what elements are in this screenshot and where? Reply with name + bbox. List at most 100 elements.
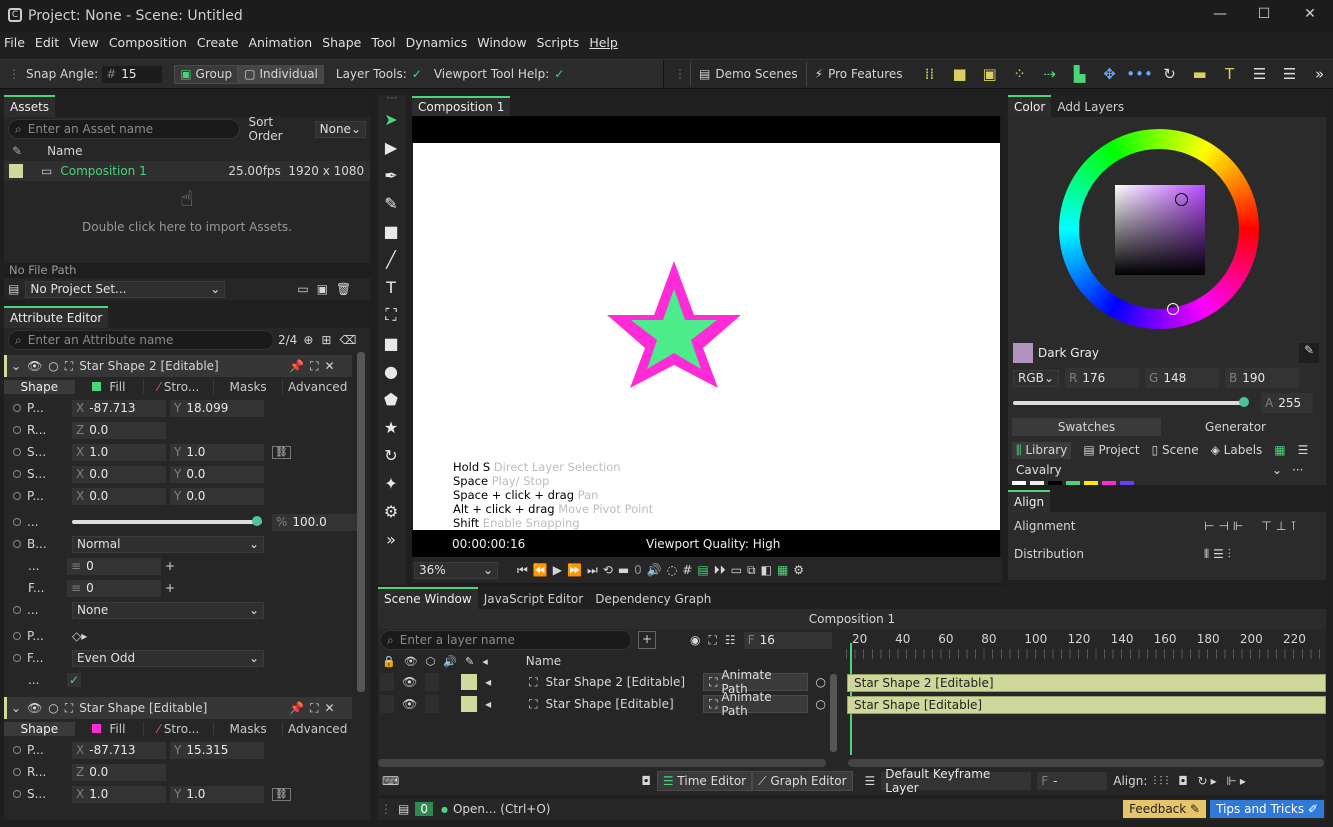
attr-input-a[interactable]: X 0.0 <box>72 487 166 505</box>
menu-help[interactable]: Help <box>589 35 618 50</box>
keyframe-nav-icon[interactable]: ◇▸ <box>72 629 87 643</box>
link-scale-icon[interactable]: ⛓ <box>272 445 291 459</box>
search-options-icon[interactable]: ⊕ <box>303 333 313 347</box>
layers-icon[interactable]: ⧉ <box>747 563 756 578</box>
timeline-hscrollbar[interactable] <box>848 759 1324 767</box>
first-frame-icon[interactable]: ⏮ <box>517 563 528 578</box>
animate-path-button[interactable]: ⛶ Animate Path <box>703 690 808 718</box>
select-icon[interactable]: ⛶ <box>310 701 318 716</box>
menu-animation[interactable]: Animation <box>248 35 312 50</box>
r2-input[interactable]: ≡ 0 <box>67 579 161 597</box>
time-editor-button[interactable]: ☰ Time Editor <box>656 771 753 791</box>
keyframe-dot[interactable] <box>13 606 21 614</box>
add-icon[interactable]: + <box>165 559 175 573</box>
menu-composition[interactable]: Composition <box>109 35 187 50</box>
f-field[interactable]: F- <box>1037 772 1108 790</box>
tab-color[interactable]: Color <box>1008 95 1052 117</box>
dots-line-icon[interactable]: ••• <box>1126 62 1153 86</box>
eyedropper-icon[interactable]: ✎ <box>1299 343 1319 363</box>
r1-input[interactable]: ≡ 0 <box>67 557 161 575</box>
link-scale-icon[interactable]: ⛓ <box>272 787 291 801</box>
attr-input-a[interactable]: X -87.713 <box>72 741 166 759</box>
close-icon[interactable]: ✕ <box>325 701 335 715</box>
hue-wheel[interactable] <box>1059 129 1259 329</box>
folder-icon[interactable]: ▭ <box>297 282 308 296</box>
layer-status-dot[interactable]: ○ <box>816 697 826 711</box>
attribute-search-input[interactable]: ⌕ Enter an Attribute name <box>8 330 274 350</box>
play-icon[interactable]: ▶ <box>553 563 562 577</box>
fill-rule-select[interactable]: Even Odd ⌄ <box>72 649 264 667</box>
menu-window[interactable]: Window <box>477 35 526 50</box>
attr-input-a[interactable]: X 1.0 <box>72 443 166 461</box>
select-icon[interactable]: ⛶ <box>310 359 318 374</box>
line-tool-icon[interactable]: ╱ <box>378 245 404 273</box>
layers-hscrollbar[interactable] <box>378 759 826 767</box>
tab-swatches[interactable]: Swatches <box>1012 418 1161 436</box>
layer-row[interactable]: 👁 ◂ ⛶ Star Shape [Editable] ⛶ Animate Path ○ <box>378 690 826 718</box>
opacity-slider[interactable] <box>72 516 262 526</box>
attr-input-b[interactable]: Y 0.0 <box>170 487 264 505</box>
cube-icon[interactable]: ■ <box>947 62 973 86</box>
tag-icon[interactable]: ◂ <box>485 697 491 711</box>
record-icon[interactable]: ▬ <box>618 563 629 577</box>
filter-icon[interactable]: ⛶ <box>708 633 716 648</box>
opacity-slider-knob[interactable] <box>252 516 262 526</box>
solo-icon[interactable]: ○ <box>48 701 58 715</box>
tab-labels[interactable]: ◈ Labels <box>1211 443 1263 457</box>
color-picker-handle[interactable] <box>1175 193 1188 206</box>
trash-icon[interactable]: 🗑 <box>336 282 351 296</box>
direct-select-tool-icon[interactable]: ▶ <box>378 133 404 161</box>
keyframe-dot[interactable] <box>13 492 21 500</box>
tab-javascript-editor[interactable]: JavaScript Editor <box>477 587 590 609</box>
tab-masks[interactable]: Masks <box>212 722 283 736</box>
blend-select[interactable]: Normal ⌄ <box>72 535 264 553</box>
clear-icon[interactable]: ⌫ <box>339 333 356 347</box>
grid-icon[interactable]: # <box>682 563 692 577</box>
tab-composition-1[interactable]: Composition 1 <box>412 96 511 116</box>
select-tool-icon[interactable]: ➤ <box>378 105 404 133</box>
next-frame-icon[interactable]: ⏩ <box>567 563 582 577</box>
tab-add-layers[interactable]: Add Layers <box>1051 95 1131 117</box>
eye-icon[interactable]: 👁 <box>402 675 417 689</box>
red-input[interactable]: R 176 <box>1065 368 1139 388</box>
motion-blur-icon[interactable]: ◌ <box>667 563 677 577</box>
pin-icon[interactable]: 📌 <box>289 701 304 715</box>
maximize-button[interactable]: ☐ <box>1254 6 1274 26</box>
layer-search-input[interactable]: ⌕ Enter a layer name <box>380 630 632 650</box>
timeline-ruler[interactable]: 20 40 60 80 100 120 140 160 180 200 220 <box>846 631 1326 667</box>
polygon-tool-icon[interactable]: ⬟ <box>378 385 404 413</box>
keyframe-dot[interactable] <box>13 518 21 526</box>
menu-file[interactable]: File <box>4 35 25 50</box>
attr-input-a[interactable]: X -87.713 <box>72 399 166 417</box>
fast-forward-icon[interactable]: ⏵⏵ <box>714 563 726 578</box>
keyframe-layers-icon[interactable]: ☰ <box>865 774 876 788</box>
prev-frame-icon[interactable]: ⏪ <box>533 563 548 577</box>
asset-row[interactable]: ▭ Composition 1 25.00fps 1920 x 1080 <box>4 161 370 181</box>
attr-input-b[interactable]: Y 0.0 <box>170 465 264 483</box>
menu-edit[interactable]: Edit <box>35 35 59 50</box>
list-icon[interactable]: ☰ <box>1247 62 1273 86</box>
add-attr-icon[interactable]: ⊞ <box>321 333 331 347</box>
checker-icon[interactable]: ▦ <box>777 563 788 577</box>
layers-vscrollbar[interactable] <box>830 674 837 752</box>
audio-icon[interactable]: 🔊 <box>647 563 662 577</box>
pin-icon[interactable]: 📌 <box>289 359 304 373</box>
arc-tool-icon[interactable]: ↻ <box>378 441 404 469</box>
canvas[interactable]: Hold S Direct Layer Selection Space Play/… <box>413 143 1000 530</box>
align-vertical-icons[interactable]: ⊤⊥⊺ <box>1261 519 1300 533</box>
green-input[interactable]: G 148 <box>1145 368 1219 388</box>
tab-dependency-graph[interactable]: Dependency Graph <box>589 587 718 609</box>
minimize-button[interactable]: — <box>1210 6 1230 26</box>
tab-advanced[interactable]: Advanced <box>282 380 352 394</box>
stack-icon[interactable]: ▬ <box>1187 62 1213 86</box>
layer-tools-checkbox[interactable]: ✓ <box>412 67 422 81</box>
eye-icon[interactable]: 👁 <box>27 701 42 715</box>
viewport-help-checkbox[interactable]: ✓ <box>554 67 564 81</box>
collapse-icon[interactable]: ⌄ <box>11 359 21 373</box>
keyframe-dot[interactable] <box>13 790 21 798</box>
tab-stroke[interactable]: ⁄ Stro... <box>143 722 213 736</box>
attr-input-a[interactable]: Z 0.0 <box>72 421 166 439</box>
palette-select[interactable]: Cavalry ⌄ <box>1012 462 1286 479</box>
pro-features-button[interactable]: ⚡ Pro Features <box>805 62 911 86</box>
tab-shape[interactable]: Shape <box>4 722 74 736</box>
